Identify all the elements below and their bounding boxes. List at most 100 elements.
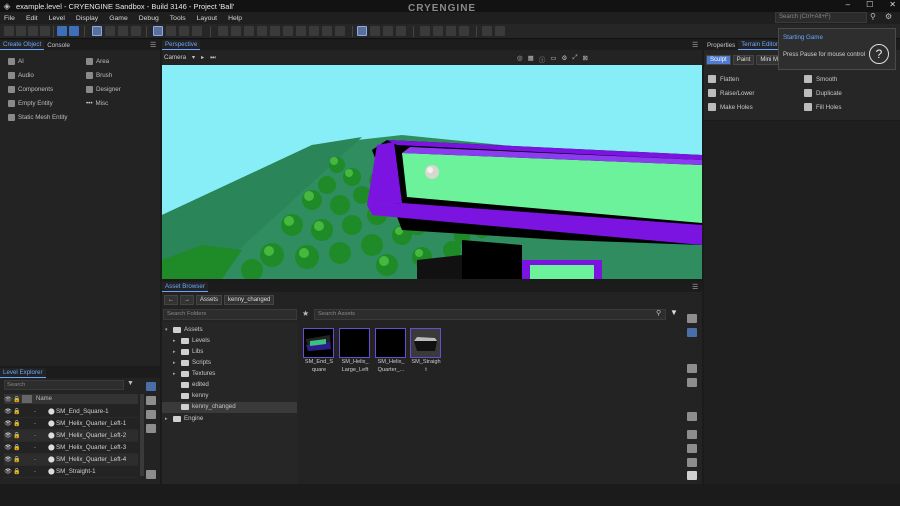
tool-duplicate[interactable]: Duplicate: [804, 89, 842, 97]
search-icon[interactable]: ⚲: [656, 309, 661, 317]
lighting-icon[interactable]: [383, 26, 393, 36]
folder-search-input[interactable]: Search Folders: [163, 309, 297, 320]
filter-icon[interactable]: ▼: [127, 380, 134, 387]
layers-icon[interactable]: [146, 382, 156, 391]
asset-tile[interactable]: SM_Straigh t: [410, 328, 442, 374]
grid-icon[interactable]: ▦: [528, 54, 534, 64]
angle-snap-icon[interactable]: [179, 26, 189, 36]
search-icon[interactable]: ⚲: [870, 12, 876, 21]
back-button[interactable]: ←: [164, 295, 178, 305]
dropdown-icon[interactable]: [459, 26, 469, 36]
tool-raise-lower[interactable]: Raise/Lower: [708, 89, 754, 97]
tab-level-explorer[interactable]: Level Explorer: [0, 368, 46, 378]
resolution-icon[interactable]: ▭: [550, 54, 556, 64]
table-row[interactable]: 👁 🔒 - ⬤ SM_Helix_Quarter_Left-3: [4, 442, 138, 454]
scrollbar[interactable]: [140, 394, 144, 476]
create-ai[interactable]: AI: [8, 58, 24, 65]
global-search-input[interactable]: Search (Ctrl+Alt+F): [775, 12, 867, 23]
tool-make-holes[interactable]: Make Holes: [708, 103, 753, 111]
menu-game[interactable]: Game: [109, 15, 128, 22]
create-area[interactable]: Area: [86, 58, 109, 65]
tools-icon[interactable]: [433, 26, 443, 36]
panel-menu-icon[interactable]: ☰: [692, 283, 698, 291]
create-designer[interactable]: Designer: [86, 86, 121, 93]
play-icon[interactable]: ▸: [201, 54, 204, 62]
table-row[interactable]: 👁 🔒 - ⬤ SM_Helix_Quarter_Left-4: [4, 454, 138, 466]
align-icon[interactable]: [231, 26, 241, 36]
asset-search-input[interactable]: Search Assets: [314, 309, 666, 320]
tree-folder-kenny-changed[interactable]: kenny_changed: [173, 403, 236, 410]
sort-icon[interactable]: [687, 412, 697, 421]
panel-menu-icon[interactable]: ☰: [150, 41, 156, 49]
layer-icon[interactable]: [482, 26, 492, 36]
play-game-icon[interactable]: [357, 26, 367, 36]
details-view-icon[interactable]: [687, 430, 697, 439]
panel-menu-icon[interactable]: ☰: [692, 41, 698, 49]
vertex-snap-icon[interactable]: [283, 26, 293, 36]
scale-tool-icon[interactable]: [131, 26, 141, 36]
move-tool-icon[interactable]: [105, 26, 115, 36]
options-icon[interactable]: ⚙: [561, 54, 567, 64]
list-view-icon[interactable]: [687, 444, 697, 453]
gear-icon[interactable]: ⚙: [885, 12, 892, 21]
menu-layout[interactable]: Layout: [197, 15, 217, 22]
star-icon[interactable]: ★: [302, 309, 309, 318]
simulate-icon[interactable]: [335, 26, 345, 36]
create-audio[interactable]: Audio: [8, 72, 34, 79]
tree-folder-libs[interactable]: ▸ Libs: [173, 348, 203, 355]
tab-properties[interactable]: Properties: [704, 41, 738, 50]
table-row[interactable]: 👁 🔒 - ⬤ SM_Straight-1: [4, 466, 138, 478]
asset-tile[interactable]: SM_Helix_ Quarter_...: [375, 328, 407, 374]
select-tool-icon[interactable]: [92, 26, 102, 36]
new-asset-icon[interactable]: [687, 314, 697, 323]
level-search-input[interactable]: Search: [4, 380, 124, 390]
tab-asset-browser[interactable]: Asset Browser: [162, 282, 208, 292]
pick-material-icon[interactable]: [270, 26, 280, 36]
menu-tools[interactable]: Tools: [170, 15, 186, 22]
view-mode-icon[interactable]: [370, 26, 380, 36]
forward-button[interactable]: →: [180, 295, 194, 305]
tree-folder-scripts[interactable]: ▸ Scripts: [173, 359, 211, 366]
close-button[interactable]: ✕: [889, 0, 896, 9]
tree-folder-textures[interactable]: ▸ Textures: [173, 370, 215, 377]
tab-perspective[interactable]: Perspective: [162, 40, 201, 50]
tab-terrain-editor[interactable]: Terrain Editor: [738, 40, 781, 50]
perspective-viewport[interactable]: [162, 65, 702, 279]
snap-icon[interactable]: [153, 26, 163, 36]
chevron-down-icon[interactable]: ▾: [192, 54, 195, 62]
save-icon[interactable]: [28, 26, 38, 36]
compact-view-icon[interactable]: [687, 458, 697, 467]
tree-folder-kenny[interactable]: kenny: [173, 392, 209, 399]
link-icon[interactable]: [244, 26, 254, 36]
folder-view-icon[interactable]: [687, 364, 697, 373]
import-icon[interactable]: [687, 328, 697, 337]
menu-display[interactable]: Display: [76, 15, 98, 22]
tool-smooth[interactable]: Smooth: [804, 75, 837, 83]
minimize-button[interactable]: –: [846, 0, 850, 9]
tab-create-object[interactable]: Create Object: [0, 40, 45, 50]
list-view-icon[interactable]: [146, 396, 156, 405]
scale-snap-icon[interactable]: [192, 26, 202, 36]
table-row[interactable]: 👁 🔒 - ⬤ SM_Helix_Quarter_Left-1: [4, 418, 138, 430]
menu-debug[interactable]: Debug: [139, 15, 159, 22]
name-column-header[interactable]: Name: [36, 396, 52, 402]
layer-col-icon[interactable]: [22, 395, 32, 403]
physics-icon[interactable]: [309, 26, 319, 36]
step-icon[interactable]: ⏭: [210, 54, 216, 62]
vr-icon[interactable]: ◎: [517, 54, 523, 64]
asset-tile[interactable]: SM_Helix_ Large_Left: [339, 328, 371, 374]
open-icon[interactable]: [16, 26, 26, 36]
tab-console[interactable]: Console: [44, 41, 73, 50]
create-empty-entity[interactable]: Empty Entity: [8, 100, 53, 107]
grid-snap-icon[interactable]: [166, 26, 176, 36]
hierarchy-icon[interactable]: [146, 410, 156, 419]
undo-icon[interactable]: [57, 26, 67, 36]
unlink-icon[interactable]: [257, 26, 267, 36]
create-brush[interactable]: Brush: [86, 72, 112, 79]
thumbnail-view-icon[interactable]: [687, 471, 697, 480]
tree-folder-levels[interactable]: ▸ Levels: [173, 337, 210, 344]
display-info-icon[interactable]: ⓘ: [539, 54, 546, 64]
split-view-icon[interactable]: [687, 378, 697, 387]
notification-popup[interactable]: Starting Game Press Pause for mouse cont…: [778, 28, 896, 70]
create-components[interactable]: Components: [8, 86, 53, 93]
